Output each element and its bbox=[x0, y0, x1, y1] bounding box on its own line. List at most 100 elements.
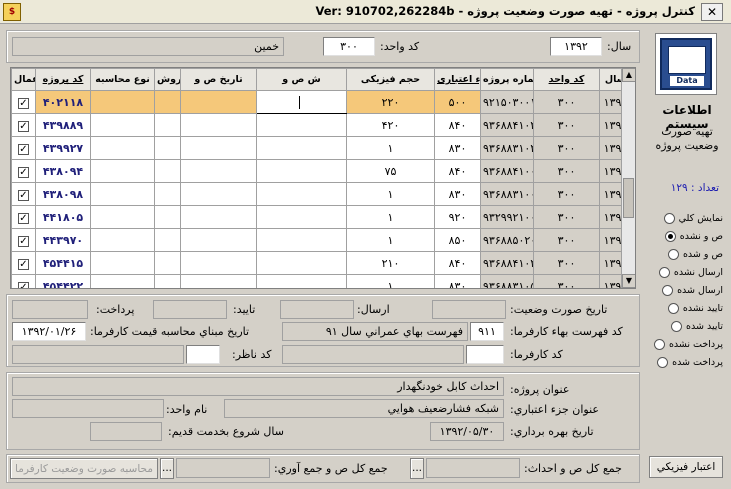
cell-volume[interactable]: ۱ bbox=[346, 136, 435, 160]
cell-invoice-date[interactable] bbox=[180, 136, 257, 160]
cell-method[interactable] bbox=[154, 274, 181, 288]
table-row[interactable]: ✓۴۳۹۹۲۷۱۸۳۰۹۳۶۸۸۳۱۰۲۶۳۰۰۱۳۹۲ bbox=[11, 136, 632, 160]
cell-credit[interactable]: ۸۴۰ bbox=[434, 251, 481, 275]
year-field[interactable]: ۱۳۹۲ bbox=[550, 37, 602, 56]
cell-invoice-no[interactable] bbox=[256, 205, 347, 229]
cell-apply[interactable]: ✓ bbox=[11, 274, 36, 288]
cell-method[interactable] bbox=[154, 136, 181, 160]
price-list-name-field[interactable]: فهرست بهاي عمراني سال ۹۱ bbox=[282, 322, 468, 341]
construct-total-more-button[interactable]: ... bbox=[410, 458, 424, 479]
collect-total-field[interactable] bbox=[176, 458, 270, 478]
cell-invoice-no[interactable] bbox=[256, 113, 347, 137]
cell-method[interactable] bbox=[154, 251, 181, 275]
cell-credit[interactable]: ۸۴۰ bbox=[434, 159, 481, 183]
cell-project-no[interactable]: ۹۳۶۸۸۴۱۰۰۲ bbox=[480, 159, 534, 183]
cell-apply[interactable]: ✓ bbox=[11, 90, 36, 114]
cell-code[interactable]: ۴۳۹۸۸۹ bbox=[35, 113, 91, 137]
project-title-field[interactable]: احداث کابل خودنگهدار bbox=[12, 377, 504, 396]
cell-invoice-date[interactable] bbox=[180, 159, 257, 183]
table-row[interactable]: ✓۴۴۳۹۷۰۱۸۵۰۹۳۶۸۸۵۰۲۰۰۷۳۰۰۱۳۹۲ bbox=[11, 228, 632, 252]
filter-radio[interactable] bbox=[667, 302, 679, 314]
col-calc-type[interactable]: نوع محاسبه bbox=[90, 68, 155, 91]
col-project-no[interactable]: شماره پروژه bbox=[480, 68, 534, 91]
table-row[interactable]: ✓۴۳۹۸۸۹۴۲۰۸۴۰۹۳۶۸۸۴۱۰۲۲۳۰۰۱۳۹۲ bbox=[11, 113, 632, 137]
cell-project-no[interactable]: ۹۳۶۸۸۴۱۰۲۵ bbox=[480, 251, 534, 275]
filter-option[interactable]: ارسال نشده bbox=[658, 264, 723, 280]
cell-calc-type[interactable] bbox=[90, 182, 155, 206]
supervisor-name-field[interactable] bbox=[12, 345, 184, 364]
calc-invoice-button[interactable]: محاسبه صورت وضعيت کارفرما bbox=[10, 458, 158, 479]
scroll-down-button[interactable]: ▼ bbox=[622, 274, 635, 288]
start-year-field[interactable] bbox=[90, 422, 162, 441]
cell-code[interactable]: ۴۵۴۴۱۵ bbox=[35, 251, 91, 275]
filter-radio[interactable] bbox=[658, 266, 670, 278]
cell-calc-type[interactable] bbox=[90, 159, 155, 183]
cell-invoice-date[interactable] bbox=[180, 205, 257, 229]
cell-project-no[interactable]: ۹۳۶۸۸۳۱۰۰۱ bbox=[480, 182, 534, 206]
cell-project-no[interactable]: ۹۳۶۸۸۳۱۰۲۶ bbox=[480, 136, 534, 160]
cell-invoice-date[interactable] bbox=[180, 113, 257, 137]
cell-invoice-date[interactable] bbox=[180, 90, 257, 114]
cell-credit[interactable]: ۵۰۰ bbox=[434, 90, 481, 114]
cell-calc-type[interactable] bbox=[90, 136, 155, 160]
apply-checkbox[interactable]: ✓ bbox=[18, 120, 29, 132]
cell-unit[interactable]: ۳۰۰ bbox=[533, 159, 600, 183]
filter-radio[interactable] bbox=[664, 230, 676, 242]
col-invoice-no[interactable]: ش ص و bbox=[256, 68, 347, 91]
cell-method[interactable] bbox=[154, 90, 181, 114]
cell-invoice-date[interactable] bbox=[180, 228, 257, 252]
cell-volume[interactable]: ۷۵ bbox=[346, 159, 435, 183]
cell-invoice-date[interactable] bbox=[180, 274, 257, 288]
scroll-thumb[interactable] bbox=[623, 178, 634, 218]
approve-field[interactable] bbox=[153, 300, 227, 319]
physical-credit-button[interactable]: اعتبار فيزيکي bbox=[649, 456, 723, 478]
cell-calc-type[interactable] bbox=[90, 251, 155, 275]
invoice-date-field[interactable] bbox=[432, 300, 506, 319]
cell-method[interactable] bbox=[154, 113, 181, 137]
filter-option[interactable]: پرداخت شده bbox=[657, 354, 723, 370]
cell-calc-type[interactable] bbox=[90, 274, 155, 288]
cell-method[interactable] bbox=[154, 205, 181, 229]
col-method[interactable]: روش bbox=[154, 68, 181, 91]
col-volume[interactable]: حجم فیزیکی bbox=[346, 68, 435, 91]
cell-code[interactable]: ۴۳۹۹۲۷ bbox=[35, 136, 91, 160]
apply-checkbox[interactable]: ✓ bbox=[18, 143, 29, 155]
col-invoice-date[interactable]: تاريخ ص و bbox=[180, 68, 257, 91]
filter-option[interactable]: ص و نشده bbox=[664, 228, 723, 244]
cell-unit[interactable]: ۳۰۰ bbox=[533, 228, 600, 252]
cell-unit[interactable]: ۳۰۰ bbox=[533, 113, 600, 137]
filter-radio[interactable] bbox=[671, 320, 683, 332]
col-apply[interactable]: اعمال bbox=[11, 68, 36, 91]
supervisor-code-field[interactable] bbox=[186, 345, 220, 364]
cell-code[interactable]: ۴۰۲۱۱۸ bbox=[35, 90, 91, 114]
cell-volume[interactable]: ۱ bbox=[346, 274, 435, 288]
cell-method[interactable] bbox=[154, 182, 181, 206]
apply-checkbox[interactable]: ✓ bbox=[18, 235, 29, 247]
apply-checkbox[interactable]: ✓ bbox=[18, 97, 29, 109]
table-row[interactable]: ✓۴۳۸۰۹۴۷۵۸۴۰۹۳۶۸۸۴۱۰۰۲۳۰۰۱۳۹۳ bbox=[11, 159, 632, 183]
cell-unit[interactable]: ۳۰۰ bbox=[533, 251, 600, 275]
cell-unit[interactable]: ۳۰۰ bbox=[533, 90, 600, 114]
cell-credit[interactable]: ۸۳۰ bbox=[434, 274, 481, 288]
cell-volume[interactable]: ۴۲۰ bbox=[346, 113, 435, 137]
cell-volume[interactable]: ۲۱۰ bbox=[346, 251, 435, 275]
send-field[interactable] bbox=[280, 300, 354, 319]
table-row[interactable]: ✓۴۵۴۴۲۲۱۸۳۰۹۳۶۸۸۳۱۰۵۰۳۰۰۱۳۹۲ bbox=[11, 274, 632, 288]
cell-method[interactable] bbox=[154, 228, 181, 252]
close-button[interactable]: ✕ bbox=[701, 3, 723, 21]
cell-unit[interactable]: ۳۰۰ bbox=[533, 274, 600, 288]
cell-code[interactable]: ۴۴۳۹۷۰ bbox=[35, 228, 91, 252]
cell-invoice-no[interactable] bbox=[256, 274, 347, 288]
unit-fullname-field[interactable] bbox=[12, 399, 164, 418]
cell-method[interactable] bbox=[154, 159, 181, 183]
cell-unit[interactable]: ۳۰۰ bbox=[533, 182, 600, 206]
cell-apply[interactable]: ✓ bbox=[11, 136, 36, 160]
cell-apply[interactable]: ✓ bbox=[11, 113, 36, 137]
projects-grid[interactable]: اعمال کد پروژه نوع محاسبه روش تاريخ ص و … bbox=[10, 67, 636, 289]
cell-volume[interactable]: ۱ bbox=[346, 228, 435, 252]
price-list-code-field[interactable]: ۹۱۱ bbox=[470, 322, 504, 341]
cell-invoice-no[interactable] bbox=[256, 182, 347, 206]
cell-project-no[interactable]: ۹۳۶۸۸۵۰۲۰۰۷ bbox=[480, 228, 534, 252]
cell-calc-type[interactable] bbox=[90, 113, 155, 137]
cell-volume[interactable]: ۱ bbox=[346, 182, 435, 206]
